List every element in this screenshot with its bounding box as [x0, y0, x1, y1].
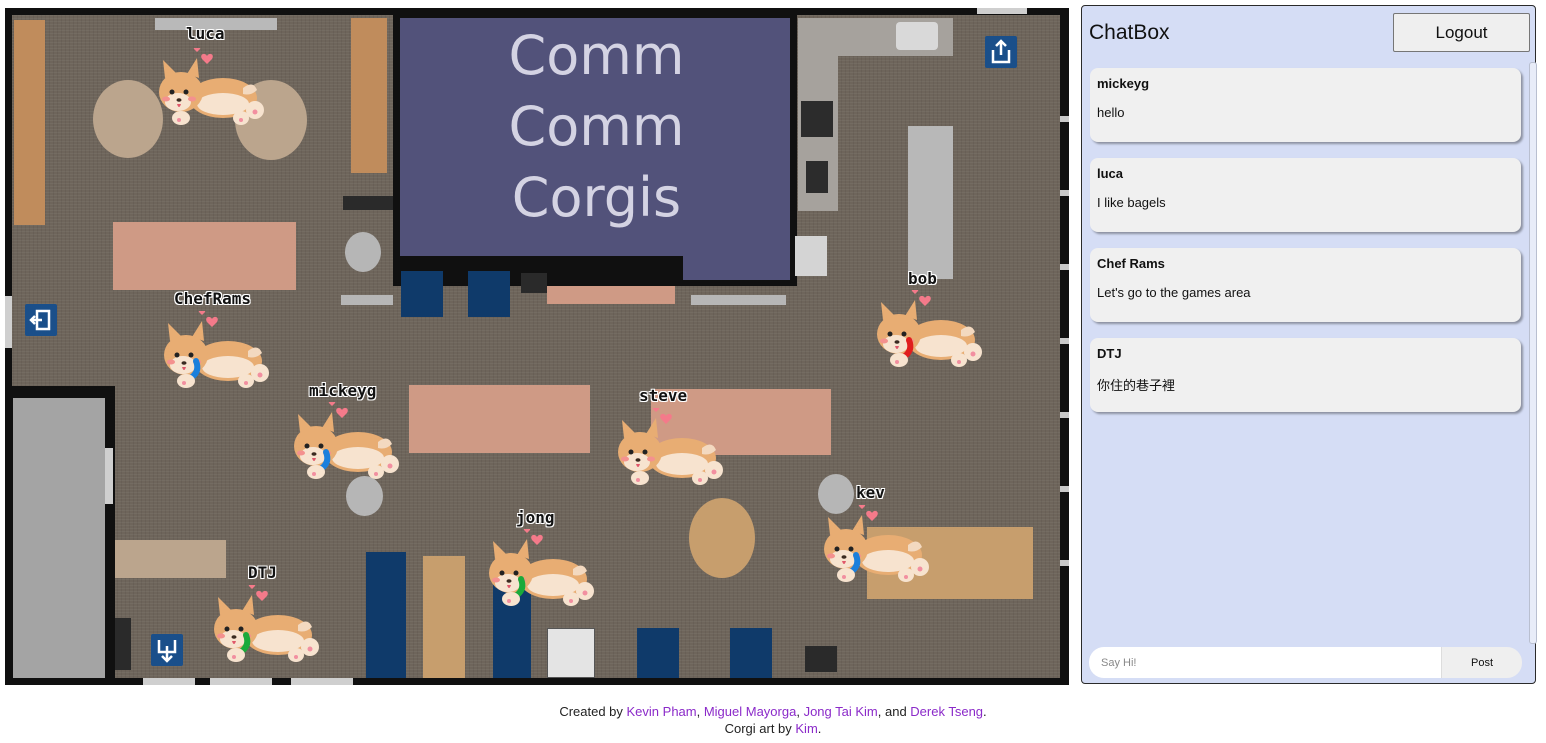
- corgi-avatar-dtj[interactable]: [206, 583, 321, 665]
- door: [143, 678, 195, 685]
- exit-up-icon[interactable]: [985, 36, 1017, 68]
- chair: [730, 628, 772, 678]
- logout-button[interactable]: Logout: [1393, 13, 1530, 52]
- bench: [343, 196, 393, 210]
- appliance: [801, 101, 833, 137]
- corgi-avatar-jong[interactable]: [481, 527, 596, 609]
- door: [105, 448, 113, 504]
- bench-seat: [366, 552, 406, 678]
- message-text: hello: [1097, 105, 1125, 120]
- art-credit-line: Corgi art by Kim.: [0, 720, 1546, 737]
- corgi-avatar-cheframs[interactable]: [156, 309, 271, 391]
- corgi-avatar-mickeyg[interactable]: [286, 400, 401, 482]
- chat-message: luca I like bagels: [1090, 158, 1521, 232]
- wood-bench: [423, 556, 465, 678]
- message-text: 你住的巷子裡: [1097, 378, 1176, 393]
- chair: [401, 271, 443, 317]
- separator: .: [817, 721, 822, 736]
- post-button[interactable]: Post: [1441, 647, 1522, 678]
- separator: ,: [796, 704, 804, 719]
- trash: [521, 273, 547, 293]
- art-credit-prefix: Corgi art by: [724, 721, 796, 736]
- wood-shelf: [351, 18, 387, 173]
- desk: [113, 540, 226, 578]
- stool: [345, 232, 381, 272]
- conference-room-wall: [400, 256, 683, 267]
- chair: [468, 271, 510, 317]
- table: [409, 385, 590, 453]
- room-title: Comm Comm Corgis: [400, 20, 793, 233]
- player-name-steve: steve: [639, 386, 688, 405]
- round-table: [689, 498, 755, 578]
- message-list: mickeyg hello luca I like bagels Chef Ra…: [1090, 68, 1521, 428]
- message-username: Chef Rams: [1097, 256, 1165, 271]
- chat-message: DTJ 你住的巷子裡: [1090, 338, 1521, 412]
- kitchen-sink: [896, 22, 938, 50]
- author-link[interactable]: Miguel Mayorga: [704, 704, 797, 719]
- wood-shelf: [14, 20, 45, 225]
- author-link[interactable]: Derek Tseng: [910, 704, 983, 719]
- appliance: [806, 161, 828, 193]
- door: [977, 8, 1027, 14]
- player-name-bob: bob: [908, 269, 937, 288]
- player-name-luca: luca: [186, 24, 225, 43]
- storage-room: [13, 398, 105, 678]
- separator: .: [983, 704, 987, 719]
- separator: , and: [877, 704, 911, 719]
- room-title-line: Comm: [508, 24, 685, 87]
- office-map[interactable]: Comm Comm Corgis luca ChefRams mickeyg s…: [5, 8, 1069, 685]
- chatbox-panel: ChatBox Logout mickeyg hello luca I like…: [1081, 5, 1537, 684]
- player-name-kev: kev: [856, 483, 885, 502]
- door: [291, 678, 353, 685]
- cabinet: [113, 618, 131, 670]
- exit-down-icon[interactable]: [151, 634, 183, 666]
- shelf: [341, 295, 393, 305]
- player-name-mickeyg: mickeyg: [309, 381, 377, 400]
- player-name-jong: jong: [516, 508, 555, 527]
- corgi-avatar-kev[interactable]: [816, 503, 931, 585]
- player-name-cheframs: ChefRams: [174, 289, 252, 308]
- message-username: DTJ: [1097, 346, 1122, 361]
- credits-prefix: Created by: [559, 704, 627, 719]
- printer: [547, 628, 595, 678]
- footer: Created by Kevin Pham, Miguel Mayorga, J…: [0, 703, 1546, 737]
- message-text: I like bagels: [1097, 195, 1166, 210]
- player-name-dtj: DTJ: [248, 563, 277, 582]
- chair: [637, 628, 679, 678]
- corgi-avatar-bob[interactable]: [869, 288, 984, 370]
- corgi-avatar-steve[interactable]: [610, 406, 725, 488]
- message-username: mickeyg: [1097, 76, 1150, 91]
- author-link[interactable]: Kevin Pham: [627, 704, 697, 719]
- door: [210, 678, 272, 685]
- door: [5, 296, 12, 348]
- message-username: luca: [1097, 166, 1124, 181]
- artist-link[interactable]: Kim: [795, 721, 817, 736]
- conference-room: [683, 248, 790, 280]
- chat-input[interactable]: [1089, 647, 1441, 678]
- exit-left-icon[interactable]: [25, 304, 57, 336]
- room-title-line: Comm: [508, 95, 685, 158]
- message-text: Let's go to the games area: [1097, 285, 1251, 300]
- chat-message: Chef Rams Let's go to the games area: [1090, 248, 1521, 322]
- room-title-line: Corgis: [511, 166, 682, 229]
- separator: ,: [696, 704, 704, 719]
- corgi-avatar-luca[interactable]: [151, 46, 266, 128]
- chat-message: mickeyg hello: [1090, 68, 1521, 142]
- shelf: [691, 295, 786, 305]
- message-scrollbar[interactable]: [1529, 62, 1537, 644]
- bin: [805, 646, 837, 672]
- chatbox-title: ChatBox: [1089, 21, 1170, 44]
- windows: [1060, 48, 1069, 608]
- author-link[interactable]: Jong Tai Kim: [804, 704, 878, 719]
- table: [113, 222, 296, 290]
- fridge: [795, 236, 827, 276]
- credits-line: Created by Kevin Pham, Miguel Mayorga, J…: [0, 703, 1546, 720]
- kitchen-island: [908, 126, 953, 279]
